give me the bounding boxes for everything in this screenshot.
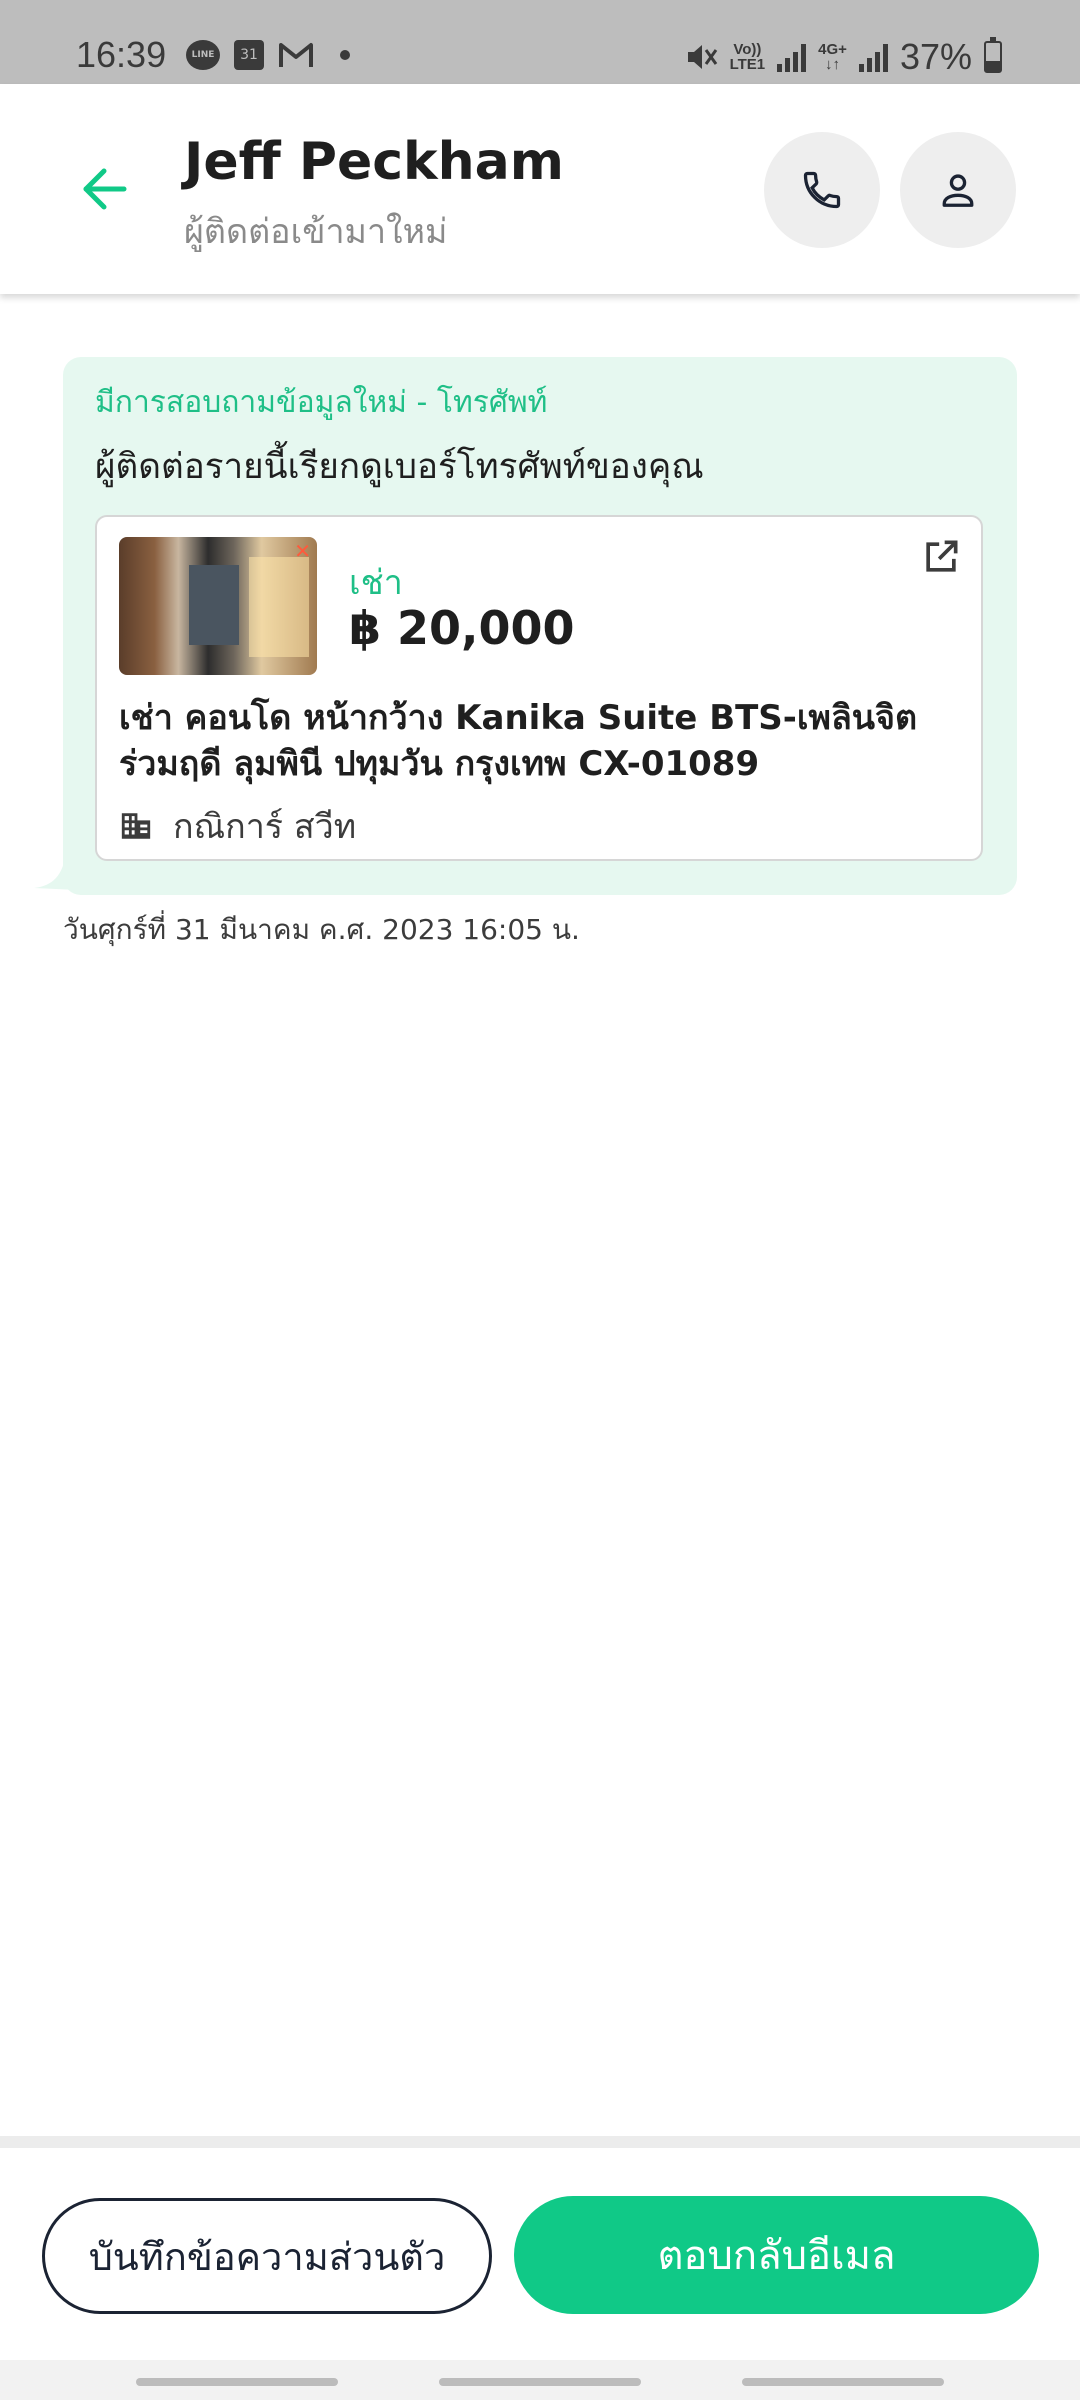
nav-back-handle[interactable] [742,2378,944,2386]
arrow-left-icon[interactable] [78,162,132,216]
listing-price: ฿ 20,000 [349,601,575,655]
contact-profile-button[interactable] [900,132,1016,248]
message-timestamp: วันศุกร์ที่ 31 มีนาคม ค.ศ. 2023 16:05 น. [63,913,580,946]
private-note-button[interactable]: บันทึกข้อความส่วนตัว [42,2198,492,2314]
contact-status: ผู้ติดต่อเข้ามาใหม่ [184,212,448,252]
listing-title: เช่า คอนโด หน้ากว้าง Kanika Suite BTS-เพ… [119,698,918,784]
battery-percent: 37% [899,36,972,77]
listing-thumbnail: ✕ [119,537,317,675]
call-button[interactable] [764,132,880,248]
contact-name: Jeff Peckham [184,132,564,192]
nav-recents-handle[interactable] [136,2378,338,2386]
nav-home-handle[interactable] [439,2378,641,2386]
bottom-divider [0,2136,1080,2148]
notification-icons: LINE 31 [186,40,350,70]
volte-indicator: Vo)) LTE1 [729,41,766,73]
inquiry-message-bubble: มีการสอบถามข้อมูลใหม่ - โทรศัพท์ ผู้ติดต… [63,357,1017,895]
conversation-header: Jeff Peckham ผู้ติดต่อเข้ามาใหม่ [0,84,1080,294]
signal-icon [777,42,807,72]
reply-email-button[interactable]: ตอบกลับอีเมล [514,2196,1039,2314]
listing-card[interactable]: ✕ เช่า ฿ 20,000 เช่า คอนโด หน้ากว้าง Kan… [95,515,983,861]
mute-icon [687,45,717,69]
inquiry-type-label: มีการสอบถามข้อมูลใหม่ - โทรศัพท์ [95,385,548,420]
signal-icon-2 [858,42,888,72]
navigation-bar [0,2360,1080,2400]
gmail-icon [279,43,313,67]
network-indicator: 4G+ ↓↑ [818,41,847,73]
listing-project: กณิการ์ สวีท [119,799,356,853]
project-name: กณิการ์ สวีท [173,807,357,847]
system-status-icons: Vo)) LTE1 4G+ ↓↑ 37% [684,36,1002,78]
building-icon [121,813,151,839]
dot-icon [340,50,350,60]
thumbnail-badge: ✕ [294,539,311,563]
battery-icon [984,37,1002,73]
phone-icon [803,171,841,209]
open-external-icon[interactable] [919,535,963,579]
inquiry-message-text: ผู้ติดต่อรายนี้เรียกดูเบอร์โทรศัพท์ของคุ… [95,447,704,487]
line-icon: LINE [186,40,220,70]
status-bar: 16:39 LINE 31 Vo)) LTE1 4G+ ↓↑ 37% [0,0,1080,84]
status-time: 16:39 [76,34,167,75]
calendar-icon: 31 [234,40,264,70]
person-icon [942,174,974,207]
